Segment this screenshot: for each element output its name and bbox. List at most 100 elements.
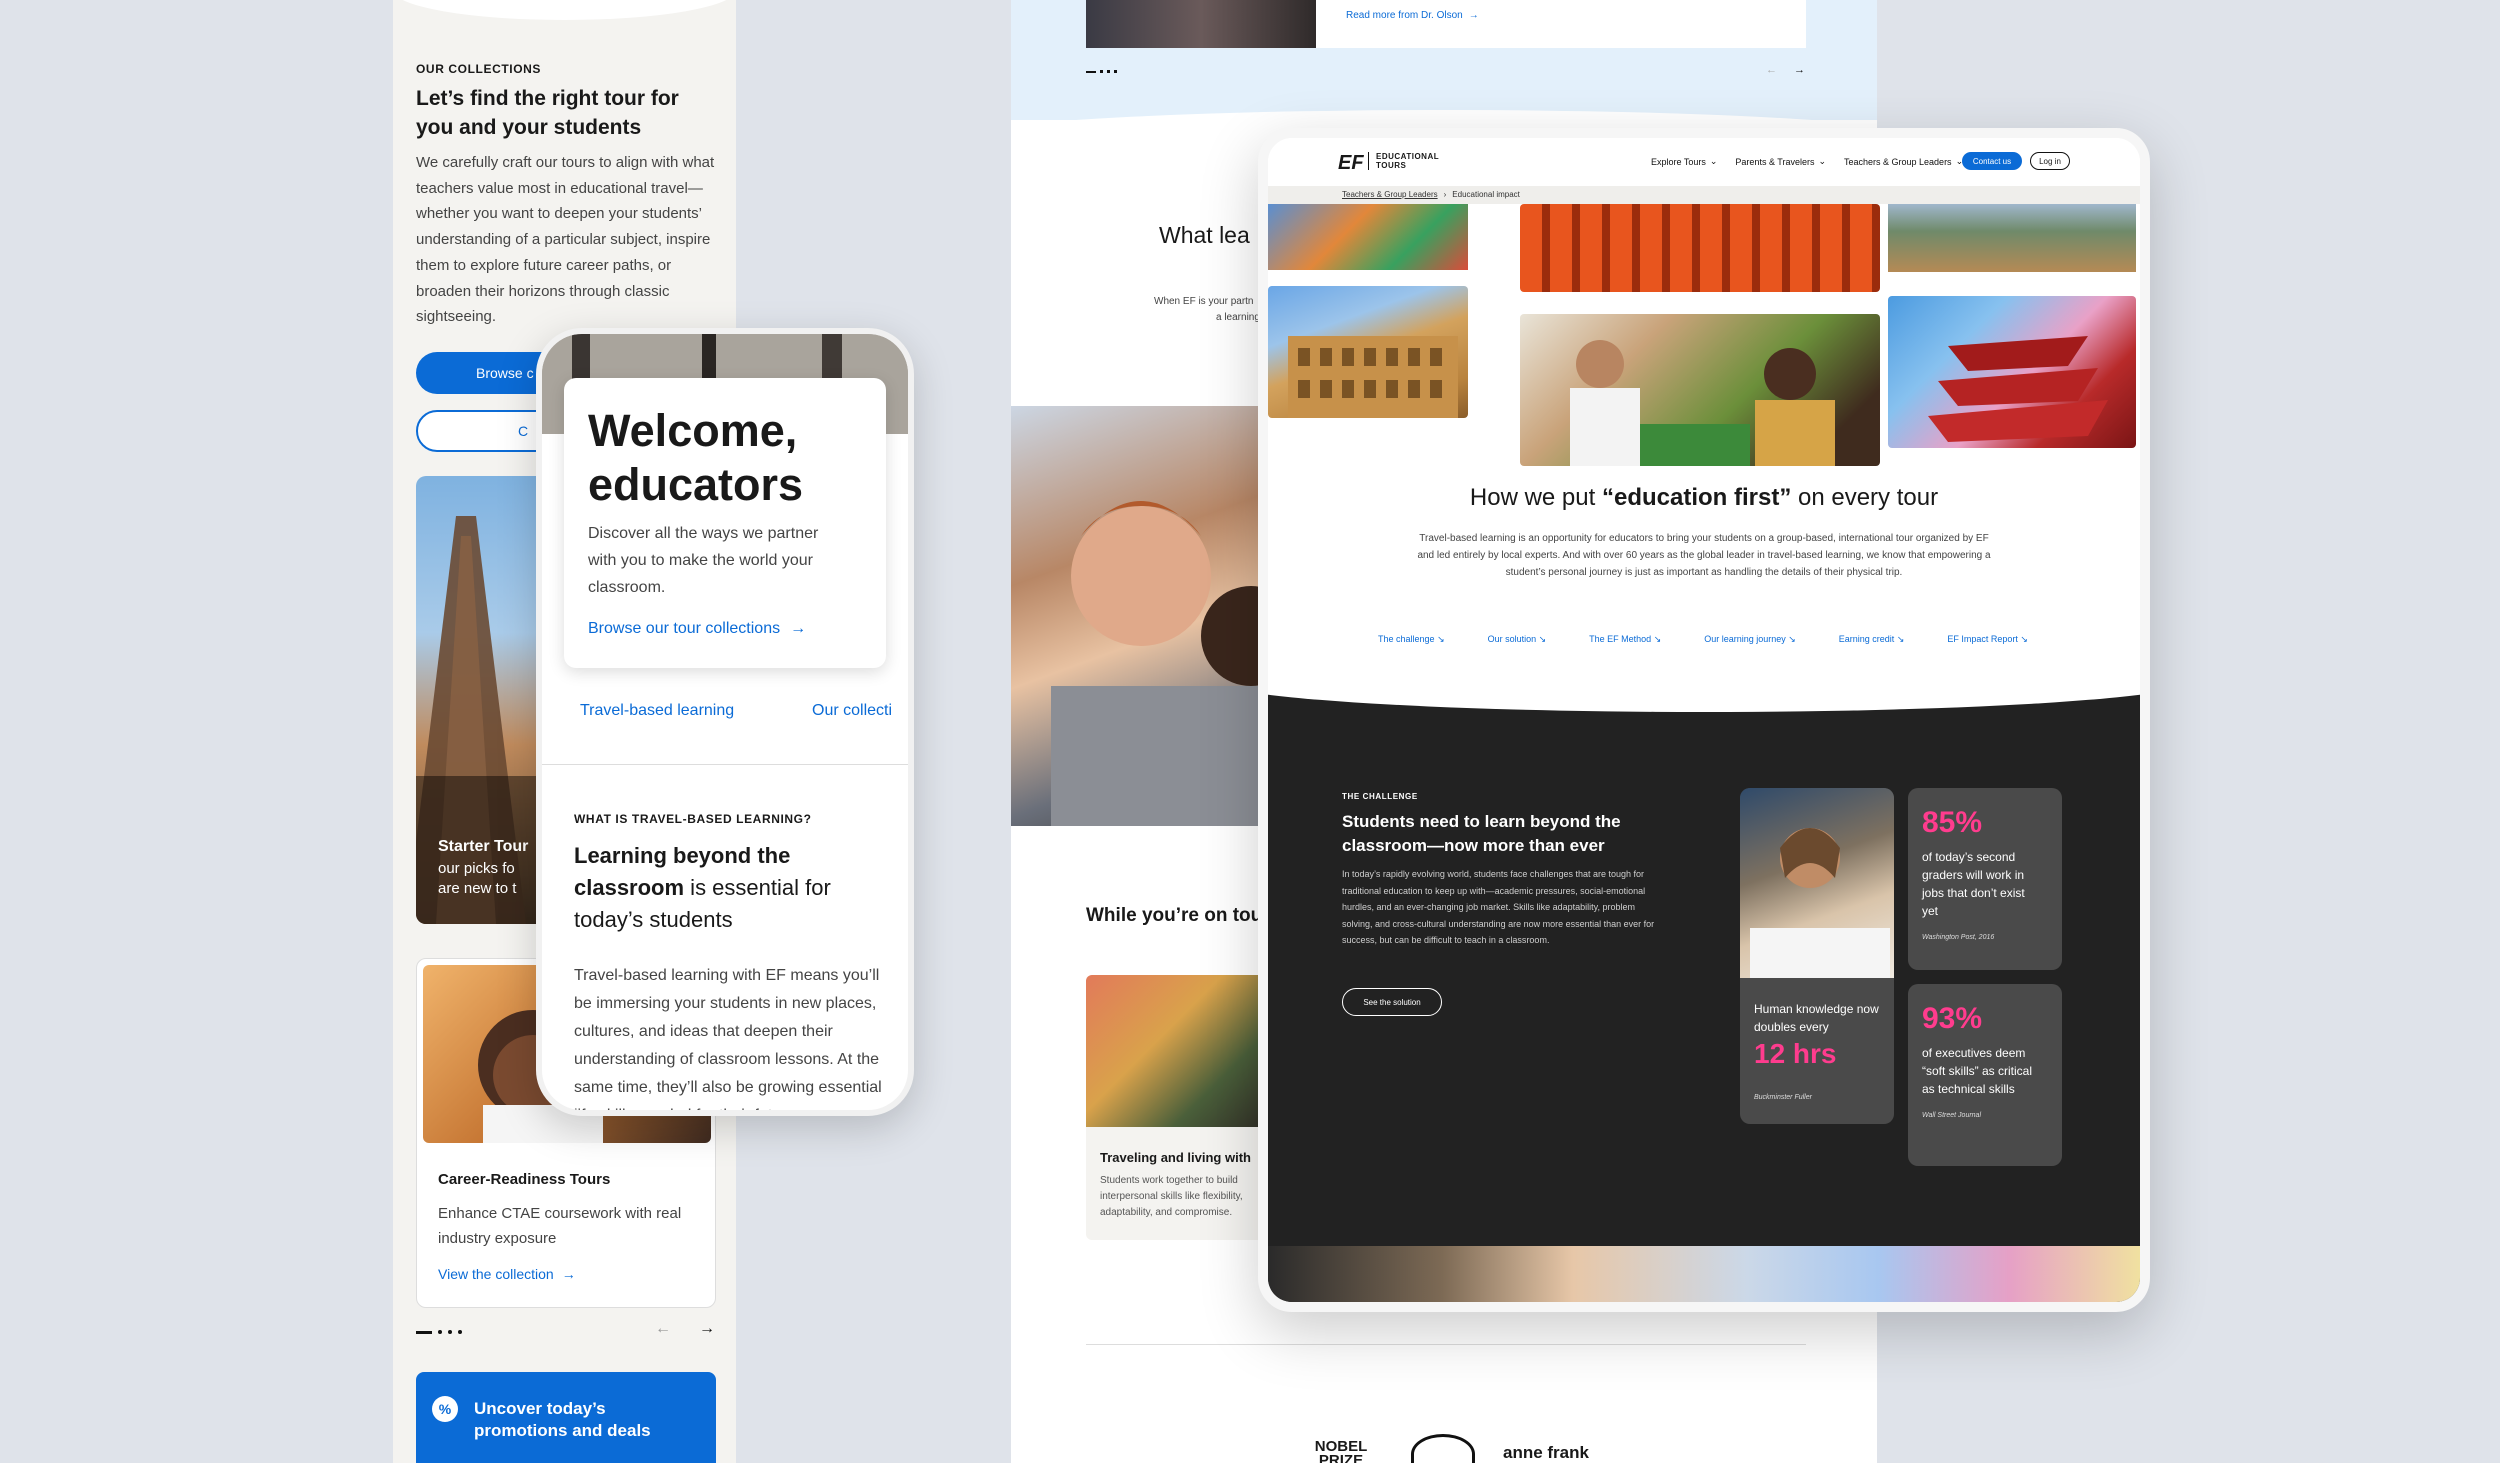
promotions-banner[interactable]: % Uncover today’s promotions and deals bbox=[416, 1372, 716, 1463]
discount-badge-icon: % bbox=[432, 1396, 458, 1422]
education-first-headline: How we put “education first” on every to… bbox=[1268, 484, 2140, 512]
contact-us-button[interactable]: Contact us bbox=[1962, 152, 2022, 170]
breadcrumb-teachers[interactable]: Teachers & Group Leaders bbox=[1342, 190, 1438, 199]
breadcrumb-current: Educational impact bbox=[1452, 190, 1520, 199]
nav-label: Explore Tours bbox=[1651, 156, 1706, 167]
dr-olson-photo bbox=[1086, 0, 1316, 48]
tablet-mockup: EF EDUCATIONAL TOURS Explore Tours ⌄ Pare… bbox=[1258, 128, 2150, 1312]
arrow-right-icon: → bbox=[790, 620, 807, 637]
arrow-down-right-icon: ↘ bbox=[1653, 634, 1662, 644]
main-nav: Explore Tours ⌄ Parents & Travelers ⌄ Teac… bbox=[1651, 156, 1963, 167]
collections-heading: Let’s find the right tour for you and yo… bbox=[416, 87, 679, 139]
next-arrow-icon[interactable]: → bbox=[699, 1320, 715, 1338]
stat-card-93: 93% of executives deem “soft skills” as … bbox=[1908, 984, 2062, 1166]
headline-post: on every tour bbox=[1791, 484, 1939, 511]
active-dot bbox=[416, 1330, 432, 1334]
european-street-photo bbox=[1888, 204, 2136, 272]
challenge-heading: Students need to learn beyond the classr… bbox=[1342, 812, 1621, 855]
starter-tour-title: Starter Tour bbox=[438, 838, 529, 855]
jump-link-ef-method[interactable]: The EF Method ↘ bbox=[1589, 634, 1661, 645]
career-card-link[interactable]: View the collection → bbox=[438, 1266, 576, 1282]
welcome-text: Discover all the ways we partner with yo… bbox=[588, 525, 819, 596]
challenge-eyebrow: THE CHALLENGE bbox=[1342, 792, 1418, 801]
view-collection-label: View the collection bbox=[438, 1266, 554, 1282]
next-arrow-icon[interactable]: → bbox=[1794, 64, 1805, 76]
market-photo bbox=[1520, 314, 1880, 466]
quote-card: Read more from Dr. Olson → bbox=[1086, 0, 1806, 48]
active-dot bbox=[1086, 70, 1096, 73]
stat-text: of executives deem “soft skills” as crit… bbox=[1922, 1046, 2033, 1096]
ef-logo[interactable]: EF bbox=[1338, 152, 1364, 175]
read-more-link[interactable]: Read more from Dr. Olson → bbox=[1346, 10, 1479, 21]
welcome-title: Welcome, educators bbox=[588, 405, 804, 510]
stat-card-85: 85% of today’s second graders will work … bbox=[1908, 788, 2062, 970]
stat-source: Washington Post, 2016 bbox=[1922, 934, 1995, 941]
quote-pagination[interactable] bbox=[1086, 70, 1117, 73]
prev-arrow-icon[interactable]: ← bbox=[655, 1320, 671, 1338]
jump-label: Our solution bbox=[1487, 634, 1537, 644]
traveling-card-desc: Students work together to build interper… bbox=[1100, 1175, 1243, 1218]
what-learners-heading: What lea bbox=[1159, 222, 1250, 248]
nav-label: Parents & Travelers bbox=[1735, 156, 1815, 167]
jump-link-learning-journey[interactable]: Our learning journey ↘ bbox=[1704, 634, 1796, 645]
jump-label: The challenge bbox=[1378, 634, 1435, 644]
chevron-down-icon: ⌄ bbox=[1709, 156, 1718, 166]
dot bbox=[438, 1330, 442, 1334]
collections-body: We carefully craft our tours to align wi… bbox=[416, 154, 715, 326]
logo-sub-line-1: EDUCATIONAL bbox=[1376, 152, 1440, 161]
see-solution-button[interactable]: See the solution bbox=[1342, 988, 1442, 1016]
jump-link-impact-report[interactable]: EF Impact Report ↘ bbox=[1947, 634, 2028, 645]
nav-parents-travelers[interactable]: Parents & Travelers ⌄ bbox=[1735, 156, 1826, 167]
headline-bold: “education first” bbox=[1601, 484, 1792, 511]
login-button[interactable]: Log in bbox=[2030, 152, 2070, 170]
knowledge-stat-card: Human knowledge now doubles every 12 hrs… bbox=[1740, 788, 1894, 1124]
promotions-text: Uncover today’s promotions and deals bbox=[474, 1399, 651, 1440]
career-card-title: Career-Readiness Tours bbox=[438, 1171, 611, 1188]
knowledge-source: Buckminster Fuller bbox=[1754, 1094, 1812, 1101]
breadcrumb: Teachers & Group Leaders › Educational i… bbox=[1268, 186, 2140, 204]
carousel-pagination[interactable] bbox=[416, 1330, 462, 1334]
section-curve bbox=[1268, 646, 2140, 712]
traveling-card[interactable]: Traveling and living with Students work … bbox=[1086, 975, 1276, 1240]
top-curve bbox=[393, 0, 736, 20]
nobel-prize-logo: NOBEL PRIZE bbox=[1314, 1438, 1368, 1463]
jump-label: EF Impact Report bbox=[1947, 634, 2018, 644]
divider bbox=[542, 764, 908, 765]
prev-arrow-icon[interactable]: ← bbox=[1766, 64, 1777, 76]
arrow-down-right-icon: ↘ bbox=[1437, 634, 1445, 644]
jump-link-earning-credit[interactable]: Earning credit ↘ bbox=[1839, 634, 1905, 645]
jump-link-solution[interactable]: Our solution ↘ bbox=[1488, 634, 1547, 645]
anne-frank-logo: anne frank bbox=[1503, 1443, 1589, 1462]
partner-seal-logo bbox=[1411, 1434, 1475, 1463]
travel-learning-body: Travel-based learning with EF means you’… bbox=[574, 967, 882, 1110]
pagoda-photo bbox=[1888, 296, 2136, 448]
dot bbox=[458, 1330, 462, 1334]
logo-sub-line-2: TOURS bbox=[1376, 161, 1407, 170]
stat-value: 93% bbox=[1922, 1002, 1983, 1035]
ef-partner-text-1: When EF is your partn bbox=[1154, 296, 1254, 307]
arrow-right-icon: → bbox=[561, 1266, 576, 1282]
nav-label: Teachers & Group Leaders bbox=[1844, 156, 1952, 167]
dot bbox=[1114, 70, 1117, 73]
students-laughing-photo bbox=[1011, 406, 1271, 826]
dot bbox=[1107, 70, 1110, 73]
jump-link-challenge[interactable]: The challenge ↘ bbox=[1378, 634, 1445, 645]
knowledge-value: 12 hrs bbox=[1754, 1038, 1837, 1069]
traveling-card-title: Traveling and living with bbox=[1100, 1150, 1251, 1165]
colosseum-photo bbox=[1268, 286, 1468, 418]
nav-explore-tours[interactable]: Explore Tours ⌄ bbox=[1651, 156, 1717, 167]
tab-our-collections[interactable]: Our collecti bbox=[812, 702, 892, 720]
arrow-down-right-icon: ↘ bbox=[2020, 634, 2028, 644]
nav-teachers-group-leaders[interactable]: Teachers & Group Leaders ⌄ bbox=[1844, 156, 1963, 167]
headline-pre: How we put bbox=[1469, 484, 1602, 511]
fushimi-inari-photo bbox=[1520, 204, 1880, 292]
tab-travel-based-learning[interactable]: Travel-based learning bbox=[580, 702, 734, 720]
browse-tour-collections-link[interactable]: Browse our tour collections → bbox=[588, 620, 806, 638]
site-header: EF EDUCATIONAL TOURS Explore Tours ⌄ Pare… bbox=[1268, 138, 2140, 182]
traveling-card-photo bbox=[1086, 975, 1276, 1127]
jump-label: Our learning journey bbox=[1704, 634, 1786, 644]
arrow-down-right-icon: ↘ bbox=[1788, 634, 1796, 644]
challenge-body: In today’s rapidly evolving world, stude… bbox=[1342, 869, 1655, 945]
challenge-section: THE CHALLENGE Students need to learn bey… bbox=[1268, 646, 2140, 1302]
stat-source: Wall Street Journal bbox=[1922, 1112, 1982, 1119]
